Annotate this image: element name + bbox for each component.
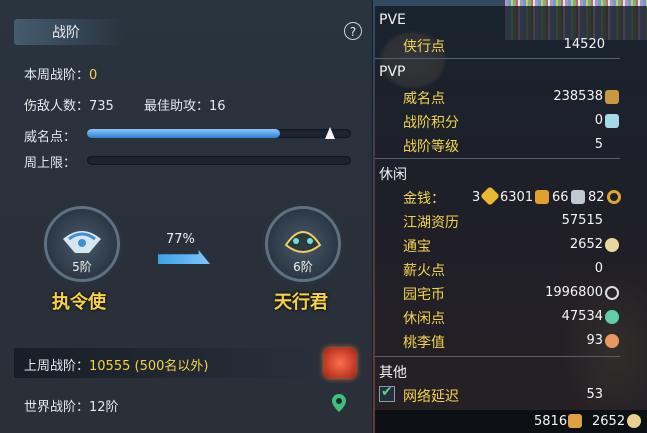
garden-coin-icon <box>605 286 619 300</box>
peach-icon <box>605 334 619 348</box>
section-leisure: 休闲 <box>379 167 407 183</box>
rank-score-icon <box>605 114 619 128</box>
fame-point-icon <box>605 90 619 104</box>
last-week-label: 上周战阶： <box>24 359 90 374</box>
gold-bar-icon <box>480 186 500 206</box>
item-value: 238538 <box>553 89 603 104</box>
section-divider <box>375 158 620 159</box>
item-value: 2652 <box>569 237 603 252</box>
item-value: 1996800 <box>545 285 603 300</box>
footer-right-value: 2652 <box>592 414 626 429</box>
kills-row: 伤敌人数：735 <box>24 95 114 114</box>
assists-label: 最佳助攻： <box>144 99 210 114</box>
leisure-point-icon <box>605 310 619 324</box>
battle-rank-panel: 战阶 ? 本周战阶：0 伤敌人数：735 最佳助攻：16 威名点： 周上限： 5… <box>0 0 373 433</box>
fame-progress-fill <box>87 129 280 138</box>
item-label: 园宅币 <box>403 287 445 303</box>
assists-row: 最佳助攻：16 <box>144 95 226 114</box>
item-value: 5 <box>594 137 603 152</box>
silver-ingot-icon <box>571 190 585 204</box>
assists-value: 16 <box>209 99 226 114</box>
item-label: 通宝 <box>403 239 431 255</box>
world-rank-value: 12阶 <box>89 400 119 415</box>
tongbao-coin-icon <box>605 238 619 252</box>
money-label: 金钱： <box>403 191 445 207</box>
currency-footer: 5816 2652 <box>375 410 647 433</box>
next-rank-emblem[interactable]: 6阶 <box>265 206 341 282</box>
kills-value: 735 <box>89 99 114 114</box>
kills-label: 伤敌人数： <box>24 99 90 114</box>
latency-checkbox[interactable] <box>379 384 395 402</box>
item-label: 战阶等级 <box>403 139 459 155</box>
fame-label: 威名点： <box>24 130 77 145</box>
money-gold: 6301 <box>500 190 534 205</box>
cap-label: 周上限： <box>24 156 77 171</box>
item-label: 战阶积分 <box>403 115 459 131</box>
item-value: 0 <box>594 113 603 128</box>
footer-left-value: 5816 <box>534 414 568 429</box>
item-label: 江湖资历 <box>403 215 459 231</box>
rank-progress-percent: 77% <box>166 232 195 247</box>
item-label: 薪火点 <box>403 263 445 279</box>
item-label: 休闲点 <box>403 311 445 327</box>
item-value: 47534 <box>561 309 603 324</box>
item-value: 93 <box>586 333 603 348</box>
gold-ingot-icon <box>535 190 549 204</box>
week-rank-row: 本周战阶：0 <box>24 64 97 83</box>
rank-progress-arrow <box>158 250 210 264</box>
item-value: 14520 <box>563 37 605 52</box>
money-silver: 66 <box>552 190 569 205</box>
fame-cap-marker <box>325 127 335 139</box>
section-divider <box>375 356 620 357</box>
copper-coin-icon <box>607 190 621 204</box>
item-label: 桃李值 <box>403 335 445 351</box>
next-rank-level: 6阶 <box>293 260 313 274</box>
week-rank-value: 0 <box>89 68 98 83</box>
fame-progress-bar <box>87 129 351 138</box>
current-rank-name: 执令使 <box>52 292 106 313</box>
item-label: 网络延迟 <box>403 389 459 405</box>
last-week-row: 上周战阶：10555 (500名以外) <box>24 355 208 374</box>
cap-progress-bar <box>87 156 351 165</box>
last-week-value: 10555 (500名以外) <box>89 359 209 374</box>
current-rank-emblem[interactable]: 5阶 <box>44 206 120 282</box>
item-value: 53 <box>586 387 603 402</box>
current-rank-level: 5阶 <box>72 260 92 274</box>
money-copper: 82 <box>588 190 605 205</box>
currency-panel: PVE 侠行点 14520 PVP 威名点 238538 战阶积分 0 战阶等级… <box>375 6 647 433</box>
footer-hand-icon <box>568 414 582 428</box>
reward-chest-icon[interactable] <box>324 348 356 378</box>
section-divider <box>375 58 620 59</box>
section-other: 其他 <box>379 365 407 381</box>
week-rank-label: 本周战阶： <box>24 68 90 83</box>
item-label: 威名点 <box>403 91 445 107</box>
next-rank-name: 天行君 <box>274 292 328 313</box>
world-rank-row: 世界战阶：12阶 <box>24 396 119 415</box>
money-gold-bars: 3 <box>472 190 481 205</box>
footer-coin-icon <box>627 414 641 428</box>
panel-title: 战阶 <box>52 25 80 41</box>
panel-title-bar: 战阶 <box>0 16 373 48</box>
world-rank-label: 世界战阶： <box>24 400 90 415</box>
section-pvp: PVP <box>379 64 406 80</box>
item-value: 0 <box>594 261 603 276</box>
help-button[interactable]: ? <box>344 22 362 40</box>
item-label: 侠行点 <box>403 39 445 55</box>
item-value: 57515 <box>561 213 603 228</box>
section-pve: PVE <box>379 12 406 28</box>
location-pin-icon[interactable] <box>332 394 346 412</box>
